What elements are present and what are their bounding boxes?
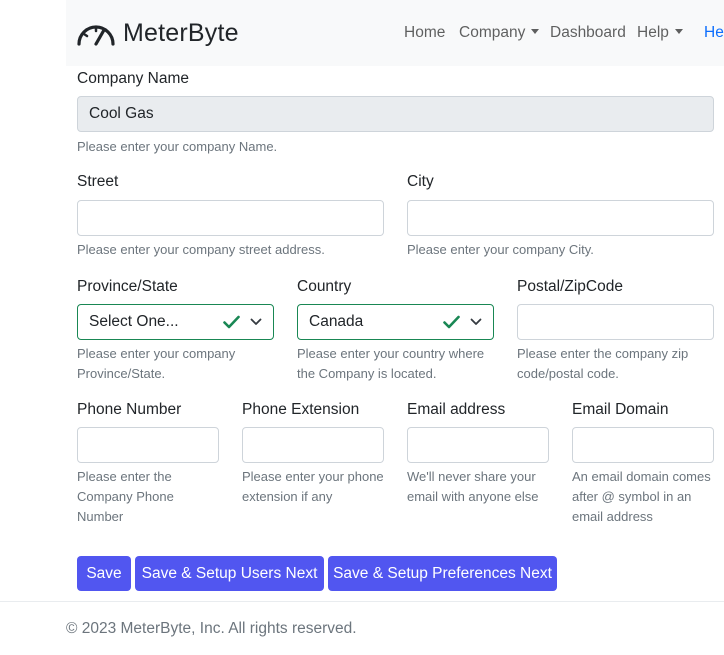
nav-home-label: Home	[404, 24, 446, 41]
navbar: MeterByte Home Company Dashboard Help He…	[66, 0, 724, 66]
check-icon	[443, 315, 460, 329]
phone-input[interactable]	[77, 427, 219, 463]
phone-help: Please enter the Company Phone Number	[77, 469, 174, 524]
save-setup-preferences-button[interactable]: Save & Setup Preferences Next	[328, 556, 557, 591]
nav-home[interactable]: Home	[404, 24, 445, 42]
footer-copyright: © 2023 MeterByte, Inc. All rights reserv…	[66, 620, 357, 637]
email-input[interactable]	[407, 427, 549, 463]
extension-help: Please enter your phone extension if any	[242, 469, 384, 504]
chevron-down-icon	[250, 318, 262, 325]
city-input[interactable]	[407, 200, 714, 236]
nav-help-label: Help	[637, 24, 669, 41]
extension-label: Phone Extension	[242, 401, 360, 418]
save-button[interactable]: Save	[77, 556, 131, 591]
nav-help-dropdown[interactable]: Help	[637, 24, 683, 42]
province-help: Please enter your company Province/State…	[77, 346, 236, 381]
company-name-label: Company Name	[77, 70, 189, 87]
province-selected-value: Select One...	[89, 313, 179, 330]
email-domain-label: Email Domain	[572, 401, 669, 418]
company-name-input[interactable]: Cool Gas	[77, 96, 714, 132]
postal-help: Please enter the company zip code/postal…	[517, 346, 689, 381]
country-select[interactable]: Canada	[297, 304, 494, 340]
province-select[interactable]: Select One...	[77, 304, 274, 340]
email-label: Email address	[407, 401, 506, 418]
email-domain-help: An email domain comes after @ symbol in …	[572, 469, 711, 524]
nav-company-label: Company	[459, 24, 526, 41]
nav-company-dropdown[interactable]: Company	[459, 24, 540, 42]
street-help: Please enter your company street address…	[77, 242, 325, 257]
brand-link[interactable]: MeterByte	[76, 17, 239, 49]
city-label: City	[407, 173, 434, 190]
province-label: Province/State	[77, 278, 178, 295]
nav-dashboard[interactable]: Dashboard	[550, 24, 626, 42]
country-selected-value: Canada	[309, 313, 364, 330]
extension-input[interactable]	[242, 427, 384, 463]
nav-help-link[interactable]: Hel	[704, 24, 724, 42]
country-label: Country	[297, 278, 352, 295]
postal-label: Postal/ZipCode	[517, 278, 623, 295]
caret-down-icon	[674, 29, 683, 34]
check-icon	[223, 315, 240, 329]
email-domain-input[interactable]	[572, 427, 714, 463]
street-label: Street	[77, 173, 119, 190]
brand-name: MeterByte	[123, 18, 239, 47]
speedometer-icon	[77, 25, 115, 46]
nav-help-link-label: Hel	[704, 24, 724, 41]
caret-down-icon	[531, 29, 540, 34]
company-name-help: Please enter your company Name.	[77, 139, 278, 154]
save-setup-users-button[interactable]: Save & Setup Users Next	[135, 556, 324, 591]
chevron-down-icon	[470, 318, 482, 325]
postal-input[interactable]	[517, 304, 714, 340]
nav-dashboard-label: Dashboard	[550, 24, 626, 41]
footer-divider	[0, 601, 724, 602]
street-input[interactable]	[77, 200, 384, 236]
country-help: Please enter your country where the Comp…	[297, 346, 485, 381]
email-help: We'll never share your email with anyone…	[407, 469, 539, 504]
company-name-value: Cool Gas	[89, 105, 154, 122]
city-help: Please enter your company City.	[407, 242, 594, 257]
phone-label: Phone Number	[77, 401, 182, 418]
